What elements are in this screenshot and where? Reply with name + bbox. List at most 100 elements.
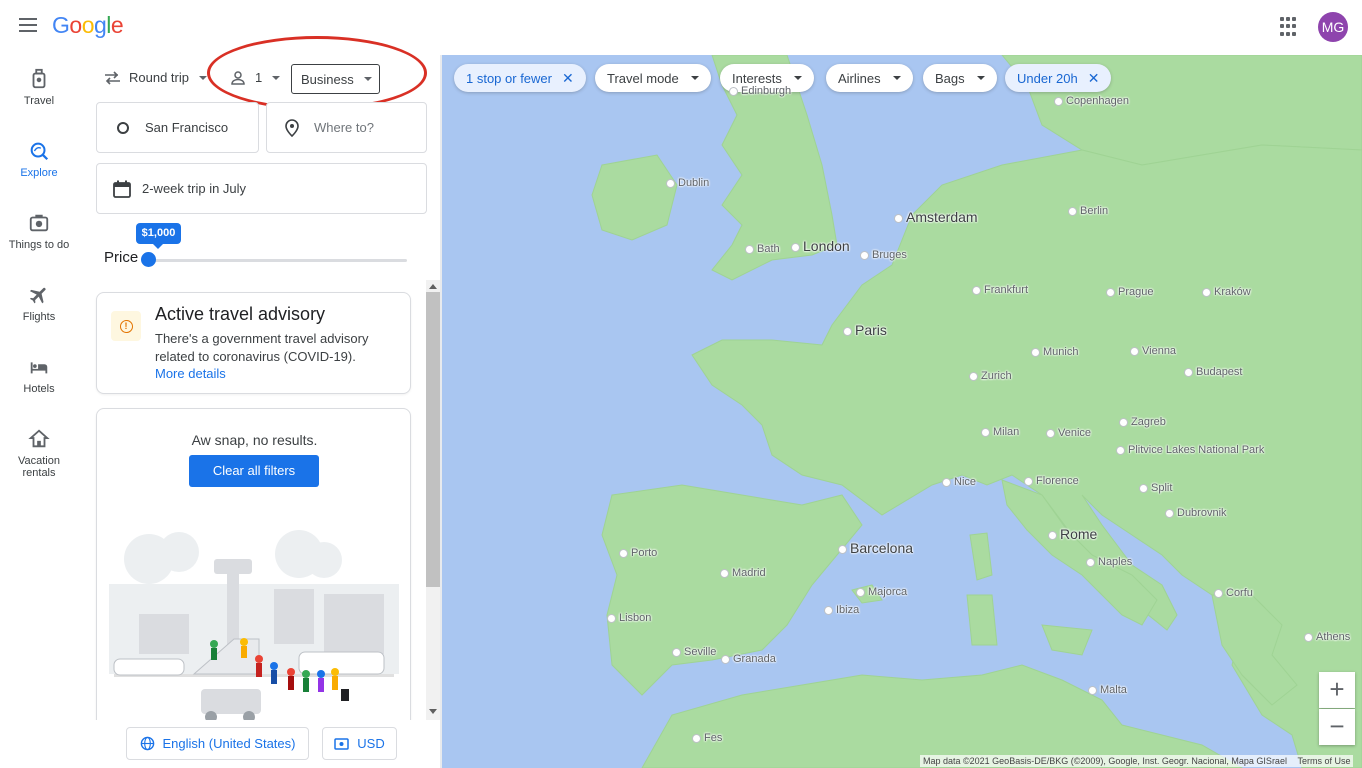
origin-field[interactable]: San Francisco [96,102,259,153]
map-city[interactable]: Berlin [1068,205,1108,217]
filter-chip-duration[interactable]: Under 20h ✕ [1005,64,1112,92]
airport-illustration [109,530,399,720]
results-scrollbar[interactable] [426,280,440,720]
map-city[interactable]: Dublin [666,177,709,189]
language-button[interactable]: English (United States) [126,727,309,760]
filter-chip-stops[interactable]: 1 stop or fewer ✕ [454,64,586,92]
map-city[interactable]: Lisbon [607,612,651,624]
map-city[interactable]: Bruges [860,249,907,261]
filter-stops-label: 1 stop or fewer [466,70,552,86]
cabin-class-select[interactable]: Business [291,64,380,94]
map-city[interactable]: Seville [672,646,716,658]
destination-placeholder: Where to? [314,120,374,135]
menu-icon [19,18,37,20]
price-label: Price [104,249,139,266]
map-city[interactable]: Prague [1106,286,1153,298]
cabin-class-label: Business [301,71,354,87]
globe-icon [140,736,154,751]
map-attribution: Map data ©2021 GeoBasis-DE/BKG (©2009), … [920,755,1354,767]
price-slider-track[interactable] [150,259,407,262]
map-city[interactable]: Vienna [1130,345,1176,357]
map-city[interactable]: Majorca [856,586,907,598]
clear-all-filters-button[interactable]: Clear all filters [189,455,319,487]
currency-button[interactable]: USD [322,727,397,760]
results-panel[interactable]: ! Active travel advisory There's a gover… [0,280,442,720]
currency-icon [334,737,350,750]
filter-interests-label: Interests [732,70,782,86]
origin-value: San Francisco [145,120,229,135]
scroll-down-icon[interactable] [429,709,437,714]
filter-travel-mode-label: Travel mode [607,70,679,86]
close-icon[interactable]: ✕ [562,70,574,87]
chevron-down-icon [363,77,372,81]
trip-type-select[interactable]: Round trip [104,70,207,85]
price-slider-thumb[interactable] [141,252,156,267]
map-city[interactable]: Munich [1031,346,1078,358]
chevron-down-icon [198,75,207,80]
map-city[interactable]: Nice [942,476,976,488]
scroll-up-icon[interactable] [429,284,437,289]
chevron-down-icon [892,76,901,80]
map-city[interactable]: Madrid [720,567,766,579]
filter-duration-label: Under 20h [1017,70,1078,86]
filter-chip-bags[interactable]: Bags [923,64,997,92]
filter-chip-travel-mode[interactable]: Travel mode [595,64,711,92]
map-city[interactable]: Malta [1088,684,1127,696]
location-pin-icon [285,118,299,137]
account-avatar[interactable]: MG [1318,12,1348,42]
scrollbar-thumb[interactable] [426,292,440,587]
map-city[interactable]: Paris [843,322,887,338]
google-logo[interactable]: Google [52,12,124,39]
nav-travel-label: Travel [23,95,55,107]
explore-icon [30,142,49,161]
map-city[interactable]: Florence [1024,475,1079,487]
map-city[interactable]: Naples [1086,556,1132,568]
map-city[interactable]: Milan [981,426,1019,438]
map-city[interactable]: Porto [619,547,657,559]
map-city[interactable]: Budapest [1184,366,1242,378]
close-icon[interactable]: ✕ [1088,70,1100,87]
no-results-message: Aw snap, no results. [191,432,318,448]
map-city[interactable]: Kraków [1202,286,1251,298]
map-attribution-text: Map data ©2021 GeoBasis-DE/BKG (©2009), … [923,756,1287,766]
map-city[interactable]: Copenhagen [1054,95,1129,107]
map-city[interactable]: Dubrovnik [1165,507,1227,519]
map-city[interactable]: Rome [1048,526,1097,542]
swap-arrows-icon [105,70,120,85]
map-city[interactable]: Zurich [969,370,1012,382]
map-city[interactable]: Frankfurt [972,284,1028,296]
filter-bags-label: Bags [935,70,965,86]
destination-field[interactable]: Where to? [266,102,427,153]
map-city[interactable]: Corfu [1214,587,1253,599]
map-city[interactable]: Amsterdam [894,209,978,225]
map-city[interactable]: Athens [1304,631,1350,643]
map-city[interactable]: Barcelona [838,540,913,556]
map-city[interactable]: Plitvice Lakes National Park [1116,444,1264,456]
nav-things-to-do[interactable]: Things to do [0,212,78,251]
terms-of-use-link[interactable]: Terms of Use [1297,756,1350,766]
nav-explore[interactable]: Explore [0,140,78,179]
map-city[interactable]: Zagreb [1119,416,1166,428]
dates-field[interactable]: 2-week trip in July [96,163,427,214]
google-apps-icon[interactable] [1280,17,1300,37]
travel-advisory-card: ! Active travel advisory There's a gover… [96,292,411,394]
origin-circle-icon [117,121,129,134]
map-city[interactable]: Split [1139,482,1172,494]
zoom-out-button[interactable]: − [1319,709,1355,745]
filter-chip-airlines[interactable]: Airlines [826,64,913,92]
map-city[interactable]: Ibiza [824,604,859,616]
map-view[interactable]: 1 stop or fewer ✕ Travel mode Interests A… [442,55,1362,768]
map-city[interactable]: Edinburgh [729,85,791,97]
map-city[interactable]: Bath [745,243,780,255]
nav-travel[interactable]: Travel [0,68,78,107]
advisory-more-details-link[interactable]: More details [155,366,226,381]
nav-explore-label: Explore [20,167,58,179]
map-city[interactable]: Granada [721,653,776,665]
map-city[interactable]: Venice [1046,427,1091,439]
map-city[interactable]: London [791,238,850,254]
zoom-in-button[interactable]: + [1319,672,1355,708]
map-city[interactable]: Fes [692,732,722,744]
passengers-select[interactable]: 1 [231,70,281,85]
chevron-down-icon [793,76,802,80]
main-menu-button[interactable] [14,14,42,40]
